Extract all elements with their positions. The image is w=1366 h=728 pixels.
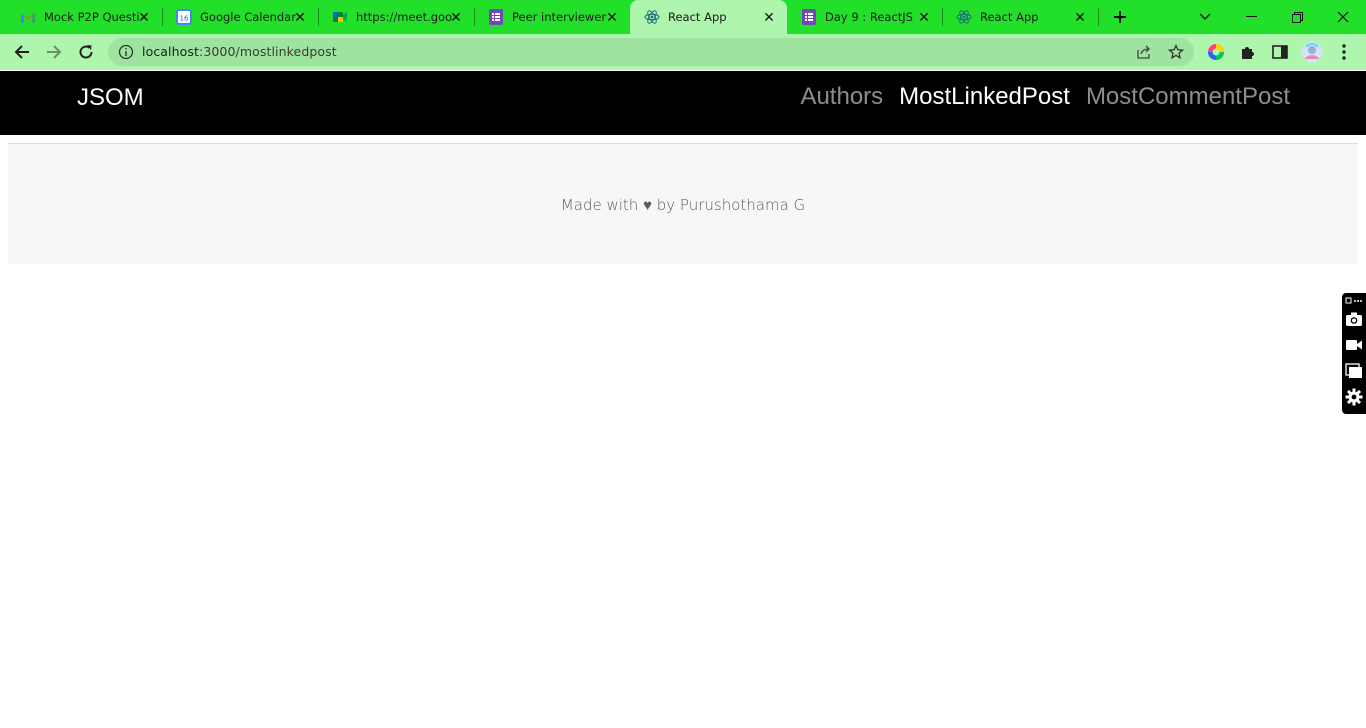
- nav-links: Authors MostLinkedPost MostCommentPost: [800, 83, 1290, 111]
- reload-icon: [79, 45, 93, 59]
- bookmark-star-icon[interactable]: [1167, 43, 1185, 61]
- tab-search-button[interactable]: [1182, 0, 1228, 34]
- tab-google-calendar[interactable]: 16 Google Calendar ✕: [162, 0, 319, 34]
- close-tab-icon[interactable]: ✕: [292, 9, 308, 25]
- camera-icon[interactable]: [1344, 309, 1364, 329]
- react-icon: [956, 9, 972, 25]
- tab-google-meet[interactable]: https://meet.goo ✕: [318, 0, 475, 34]
- window-capture-icon[interactable]: [1344, 361, 1364, 381]
- brand-logo[interactable]: JSOM: [77, 84, 144, 112]
- tab-title: Google Calendar: [200, 10, 296, 24]
- profile-avatar[interactable]: [1301, 41, 1323, 63]
- back-button[interactable]: [9, 39, 35, 65]
- close-tab-icon[interactable]: ✕: [604, 9, 620, 25]
- address-bar[interactable]: localhost:3000/mostlinkedpost: [108, 38, 1194, 66]
- side-panel-icon[interactable]: [1270, 42, 1290, 62]
- close-tab-icon[interactable]: ✕: [1072, 9, 1088, 25]
- screen-capture-widget: [1342, 293, 1366, 414]
- forward-button[interactable]: [41, 39, 67, 65]
- tab-title: React App: [980, 10, 1039, 24]
- gmail-icon: [20, 9, 36, 25]
- minimize-button[interactable]: [1228, 0, 1274, 34]
- nav-mostlinkedpost[interactable]: MostLinkedPost: [899, 83, 1070, 111]
- tab-separator: [1098, 8, 1099, 26]
- tab-title: React App: [668, 10, 727, 24]
- url-host: localhost: [142, 44, 200, 59]
- color-extension-icon[interactable]: [1206, 42, 1226, 62]
- close-window-button[interactable]: [1320, 0, 1366, 34]
- calendar-day: 16: [180, 15, 189, 23]
- nav-authors[interactable]: Authors: [800, 83, 883, 111]
- tab-strip: Mock P2P Questi ✕ 16 Google Calendar ✕ h…: [0, 0, 1366, 34]
- forms-icon: [801, 9, 817, 25]
- video-camera-icon[interactable]: [1344, 335, 1364, 355]
- extensions-puzzle-icon[interactable]: [1238, 42, 1258, 62]
- tab-react-app-active[interactable]: React App ✕: [630, 0, 787, 34]
- tab-title: Mock P2P Questi: [44, 10, 140, 24]
- menu-kebab-icon[interactable]: [1334, 42, 1354, 62]
- url-path: :3000/mostlinkedpost: [199, 44, 337, 59]
- chevron-down-icon: [1199, 13, 1211, 20]
- tab-peer-interviewer[interactable]: Peer interviewer f ✕: [474, 0, 630, 34]
- url-text: localhost:3000/mostlinkedpost: [142, 44, 337, 59]
- widget-more-icon[interactable]: [1344, 293, 1364, 307]
- tab-react-app[interactable]: React App ✕: [942, 0, 1099, 34]
- react-icon: [644, 9, 660, 25]
- close-tab-icon[interactable]: ✕: [448, 9, 464, 25]
- app-navbar: JSOM Authors MostLinkedPost MostCommentP…: [0, 71, 1366, 135]
- tab-day9-reactjs[interactable]: Day 9 : ReactJS ✕: [787, 0, 943, 34]
- page-footer: Made with ♥ by Purushothama G: [8, 143, 1358, 264]
- close-tab-icon[interactable]: ✕: [761, 9, 777, 25]
- close-tab-icon[interactable]: ✕: [136, 9, 152, 25]
- tab-title: Peer interviewer f: [512, 10, 608, 24]
- meet-icon: [332, 9, 348, 25]
- footer-prefix: Made with: [560, 196, 639, 214]
- reload-button[interactable]: [73, 39, 99, 65]
- restore-button[interactable]: [1274, 0, 1320, 34]
- footer-author: by Purushothama G: [656, 196, 806, 214]
- site-info-icon[interactable]: [118, 44, 134, 60]
- calendar-icon: 16: [176, 9, 192, 25]
- new-tab-button[interactable]: [1108, 5, 1132, 29]
- nav-mostcommentpost[interactable]: MostCommentPost: [1086, 83, 1290, 111]
- close-tab-icon[interactable]: ✕: [916, 9, 932, 25]
- tab-title: https://meet.goo: [356, 10, 452, 24]
- tab-title: Day 9 : ReactJS: [825, 10, 913, 24]
- gear-icon[interactable]: [1344, 387, 1364, 407]
- forms-icon: [488, 9, 504, 25]
- tab-gmail[interactable]: Mock P2P Questi ✕: [6, 0, 163, 34]
- heart-icon: ♥: [643, 196, 652, 214]
- share-icon[interactable]: [1135, 43, 1153, 61]
- arrow-right-icon: [47, 45, 62, 59]
- browser-toolbar: localhost:3000/mostlinkedpost: [0, 34, 1366, 70]
- arrow-left-icon: [14, 45, 29, 59]
- footer-credit: Made with ♥ by Purushothama G: [8, 196, 1358, 214]
